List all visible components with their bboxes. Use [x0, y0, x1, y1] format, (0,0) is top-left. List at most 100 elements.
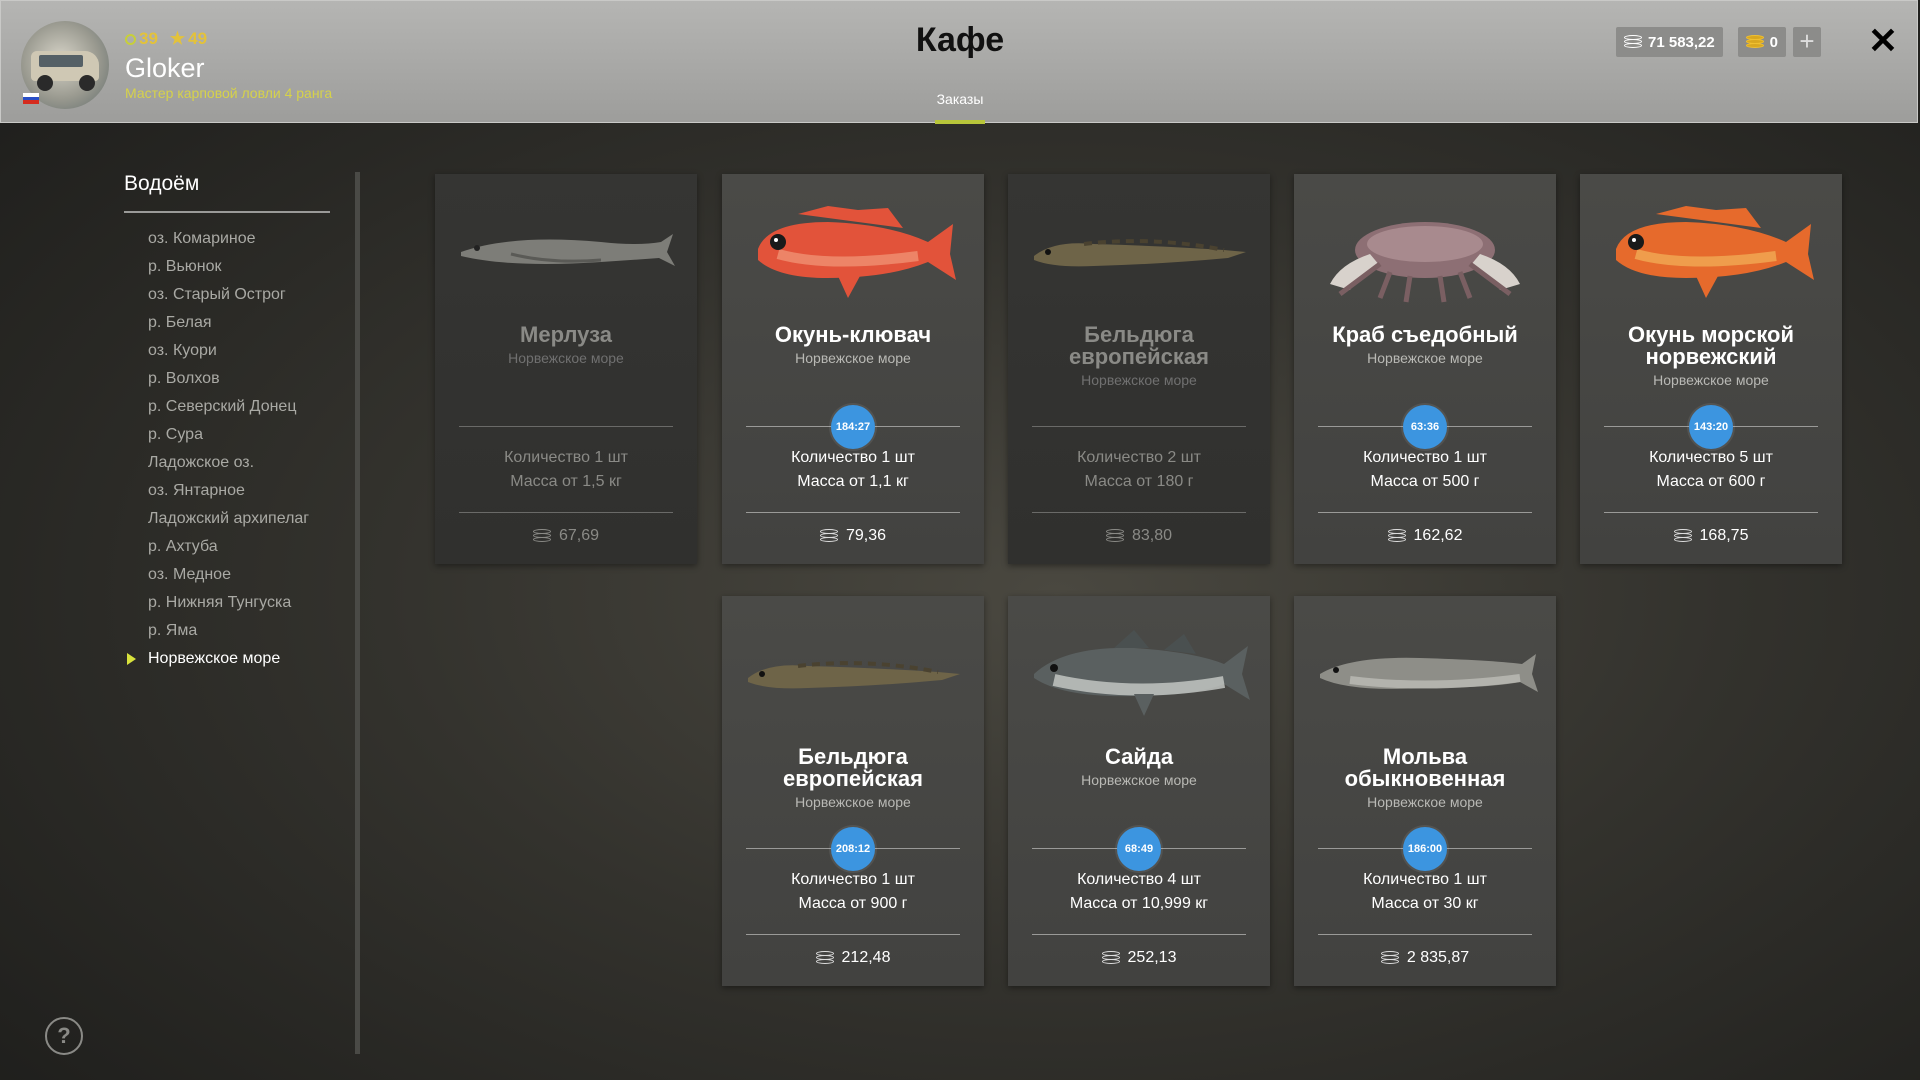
- order-mass: Масса от 30 кг: [1371, 895, 1479, 912]
- card-divider: [1318, 934, 1532, 935]
- reward-amount: 212,48: [841, 949, 891, 966]
- reward-amount: 162,62: [1413, 527, 1463, 544]
- location-item[interactable]: Ладожское оз.: [148, 449, 309, 477]
- coins-icon: [1105, 529, 1124, 543]
- location-item[interactable]: оз. Комариное: [148, 225, 309, 253]
- waterbody-heading: Водоём: [124, 172, 200, 195]
- order-reward: 83,80: [1008, 527, 1270, 545]
- fish-image: [1024, 194, 1254, 304]
- location-item[interactable]: оз. Куори: [148, 337, 309, 365]
- order-timer: 186:00: [1403, 827, 1447, 871]
- player-rank: Мастер карповой ловли 4 ранга: [125, 85, 333, 101]
- location-item[interactable]: р. Вьюнок: [148, 253, 309, 281]
- location-item[interactable]: р. Волхов: [148, 365, 309, 393]
- location-item[interactable]: р. Белая: [148, 309, 309, 337]
- order-reward: 168,75: [1580, 527, 1842, 545]
- order-card[interactable]: Сайда Норвежское море 68:49 Количество 4 шт…: [1008, 596, 1270, 986]
- location-label: Ладожский архипелаг: [148, 510, 310, 527]
- location-label: р. Вьюнок: [148, 258, 222, 275]
- order-timer: 143:20: [1689, 405, 1733, 449]
- location-label: оз. Медное: [148, 566, 231, 583]
- order-quantity: Количество 1 шт: [1363, 449, 1487, 466]
- order-timer: 68:49: [1117, 827, 1161, 871]
- order-reward: 252,13: [1008, 949, 1270, 967]
- location-label: р. Северский Донец: [148, 398, 297, 415]
- location-item[interactable]: оз. Янтарное: [148, 477, 309, 505]
- fish-region: Норвежское море: [1081, 372, 1197, 388]
- location-item[interactable]: оз. Старый Острог: [148, 281, 309, 309]
- order-quantity: Количество 1 шт: [791, 449, 915, 466]
- order-reward: 212,48: [722, 949, 984, 967]
- location-label: р. Яма: [148, 622, 198, 639]
- card-divider: [746, 934, 960, 935]
- help-button[interactable]: ?: [45, 1017, 83, 1055]
- fish-image: [738, 194, 968, 304]
- tab-orders[interactable]: Заказы: [935, 91, 985, 107]
- location-label: р. Волхов: [148, 370, 220, 387]
- fish-image: [738, 616, 968, 726]
- card-divider: [1032, 426, 1246, 427]
- location-label: Норвежское море: [148, 650, 281, 667]
- coins-icon: [819, 529, 838, 543]
- fish-region: Норвежское море: [795, 350, 911, 366]
- sidebar-scrollbar[interactable]: [355, 172, 360, 1054]
- fish-region: Норвежское море: [1653, 372, 1769, 388]
- location-item[interactable]: р. Ахтуба: [148, 533, 309, 561]
- fish-image: [1310, 194, 1540, 304]
- fish-image: [1310, 616, 1540, 726]
- location-label: оз. Янтарное: [148, 482, 245, 499]
- order-quantity: Количество 1 шт: [1363, 871, 1487, 888]
- location-item[interactable]: р. Нижняя Тунгуска: [148, 589, 309, 617]
- order-card[interactable]: Бельдюга европейская Норвежское море 208:1…: [722, 596, 984, 986]
- location-item[interactable]: оз. Медное: [148, 561, 309, 589]
- order-reward: 67,69: [435, 527, 697, 545]
- reward-amount: 67,69: [558, 527, 600, 544]
- order-quantity: Количество 4 шт: [1077, 871, 1201, 888]
- location-item[interactable]: р. Северский Донец: [148, 393, 309, 421]
- silver-amount: 71 583,22: [1648, 33, 1715, 51]
- add-gold-button[interactable]: +: [1793, 27, 1821, 57]
- order-timer: 184:27: [831, 405, 875, 449]
- location-label: оз. Старый Острог: [148, 286, 286, 303]
- order-card[interactable]: Окунь морской норвежский Норвежское море 1…: [1580, 174, 1842, 564]
- russia-flag-icon: [23, 93, 39, 104]
- gold-balance: 0: [1738, 27, 1786, 57]
- card-divider: [1604, 512, 1818, 513]
- silver-coins-icon: [1624, 35, 1642, 49]
- card-divider: [1318, 512, 1532, 513]
- fish-region: Норвежское море: [1367, 794, 1483, 810]
- order-reward: 162,62: [1294, 527, 1556, 545]
- card-divider: [746, 512, 960, 513]
- order-quantity: Количество 5 шт: [1649, 449, 1773, 466]
- location-item[interactable]: р. Яма: [148, 617, 309, 645]
- reward-amount: 168,75: [1699, 527, 1749, 544]
- order-card[interactable]: Мерлуза Норвежское море Количество 1 шт Мас…: [435, 174, 697, 564]
- coins-icon: [1673, 529, 1692, 543]
- order-mass: Масса от 600 г: [1656, 473, 1766, 490]
- location-item[interactable]: р. Сура: [148, 421, 309, 449]
- location-label: оз. Куори: [148, 342, 217, 359]
- location-list: оз. Комариное р. Вьюнок оз. Старый Острог р…: [127, 225, 309, 673]
- fish-region: Норвежское море: [1367, 350, 1483, 366]
- silver-balance: 71 583,22: [1616, 27, 1723, 57]
- order-mass: Масса от 900 г: [798, 895, 908, 912]
- location-label: Ладожское оз.: [148, 454, 255, 471]
- fish-name: Сайда: [1104, 744, 1174, 769]
- fish-image: [1024, 616, 1254, 726]
- order-mass: Масса от 10,999 кг: [1069, 895, 1209, 912]
- fish-name: Краб съедобный: [1332, 322, 1518, 347]
- order-timer: 208:12: [831, 827, 875, 871]
- location-item[interactable]: Норвежское море: [127, 645, 309, 673]
- order-quantity: Количество 1 шт: [504, 449, 628, 466]
- order-quantity: Количество 1 шт: [791, 871, 915, 888]
- order-mass: Масса от 1,1 кг: [797, 473, 909, 490]
- order-card[interactable]: Окунь-клювач Норвежское море 184:27 Количес…: [722, 174, 984, 564]
- order-card[interactable]: Бельдюга европейская Норвежское море Колич…: [1008, 174, 1270, 564]
- order-card[interactable]: Краб съедобный Норвежское море 63:36 Количе…: [1294, 174, 1556, 564]
- order-card[interactable]: Мольва обыкновенная Норвежское море 186:00…: [1294, 596, 1556, 986]
- coins-icon: [1387, 529, 1406, 543]
- fish-image: [451, 194, 681, 304]
- close-button[interactable]: ✕: [1865, 19, 1901, 63]
- location-item[interactable]: Ладожский архипелаг: [148, 505, 309, 533]
- gold-amount: 0: [1769, 33, 1778, 51]
